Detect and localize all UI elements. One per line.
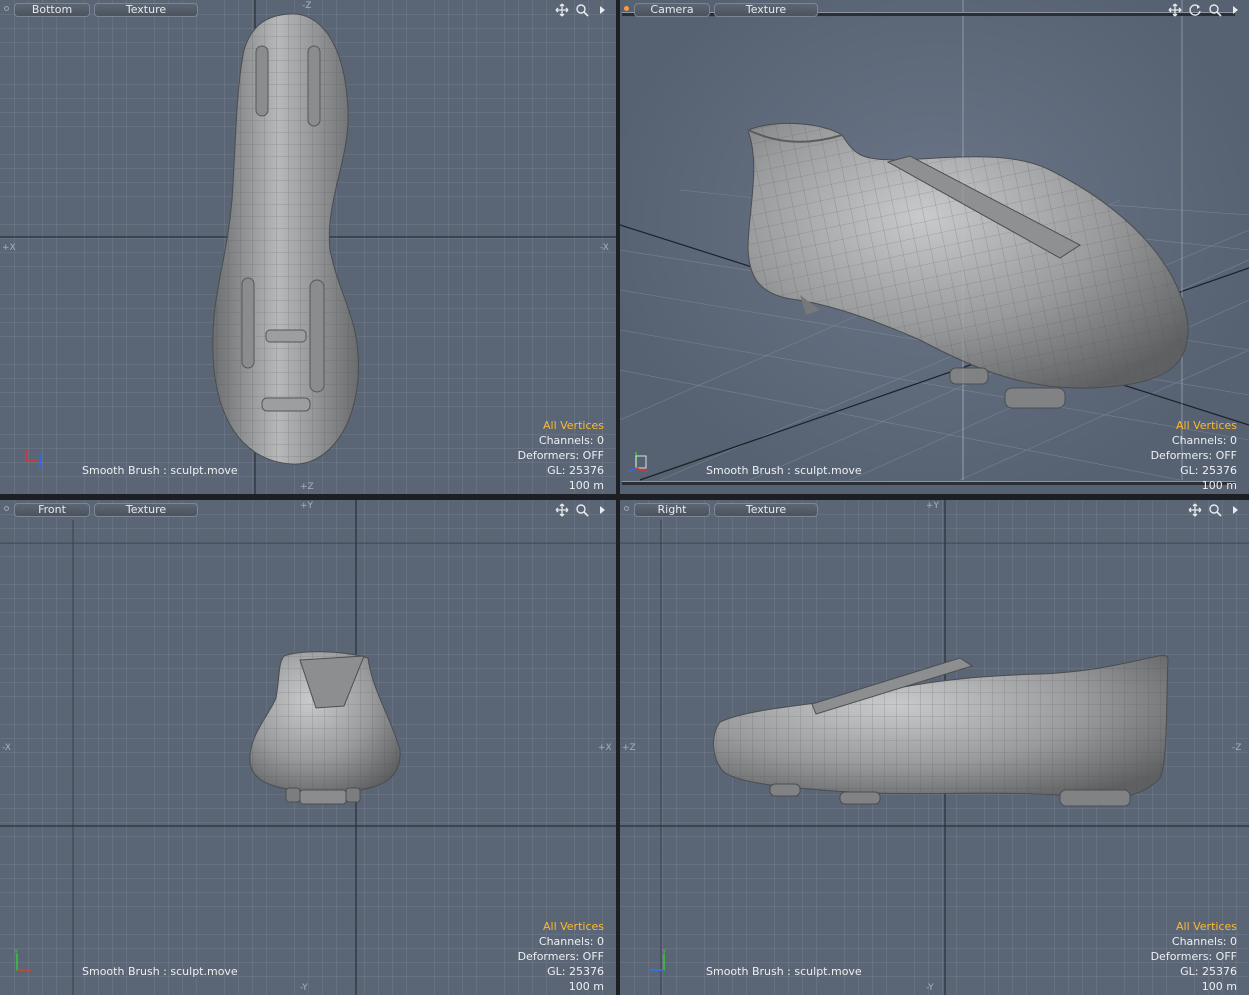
axis-gizmo-icon: Y [13,948,31,971]
move-view-icon[interactable] [554,502,570,518]
selection-mode: All Vertices [542,419,604,432]
svg-text:Y: Y [13,948,19,956]
deformers-status: Deformers: OFF [517,950,604,963]
selection-mode: All Vertices [1175,419,1237,432]
axis-label-left: -X [2,743,11,753]
viewport-header: Front Texture [0,500,616,520]
more-arrow-icon[interactable] [1227,502,1243,518]
viewport-info: All Vertices Channels: 0 Deformers: OFF … [1151,919,1237,994]
zoom-icon[interactable] [1207,502,1223,518]
svg-text:Y: Y [661,948,667,956]
viewport-info: All Vertices Channels: 0 Deformers: OFF … [518,919,604,994]
viewport-tools [1187,502,1243,518]
axis-label-right: -Z [1232,743,1242,753]
zoom-icon[interactable] [574,502,590,518]
shoe-front-model [249,651,401,805]
axis-label-right: -X [600,243,609,253]
axis-gizmo-icon: Y [650,948,667,971]
scale-value: 100 m [1201,980,1237,993]
deformers-status: Deformers: OFF [517,449,604,462]
viewport-tools [554,2,610,18]
viewport-menu-icon[interactable] [624,6,629,11]
viewport-menu-icon[interactable] [624,506,629,511]
move-view-icon[interactable] [1187,502,1203,518]
more-arrow-icon[interactable] [594,502,610,518]
shading-mode-button[interactable]: Texture [94,3,198,17]
more-arrow-icon[interactable] [594,2,610,18]
shoe-side-model [713,654,1169,807]
channels-count: Channels: 0 [538,434,604,447]
viewport-camera[interactable]: Camera Texture Smooth Brush : sculpt.mov… [620,0,1249,494]
scale-value: 100 m [568,980,604,993]
gl-count: GL: 25376 [1180,464,1237,477]
channels-count: Channels: 0 [1171,434,1237,447]
gl-count: GL: 25376 [1180,965,1237,978]
shading-mode-button[interactable]: Texture [714,503,818,517]
gl-count: GL: 25376 [547,965,604,978]
viewport-bottom[interactable]: Bottom Texture -Z +Z +X -X Smooth Brush … [0,0,616,494]
zoom-icon[interactable] [1207,2,1223,18]
view-type-button[interactable]: Bottom [14,3,90,17]
viewport-info: All Vertices Channels: 0 Deformers: OFF … [518,418,604,493]
viewport-info: All Vertices Channels: 0 Deformers: OFF … [1151,418,1237,493]
axis-label-left: +X [2,243,16,253]
axis-label-bottom: -Y [300,983,308,993]
more-arrow-icon[interactable] [1227,2,1243,18]
axis-label-bottom: -Y [926,983,934,993]
brush-status: Smooth Brush : sculpt.move [82,464,238,477]
viewport-tools [1167,2,1243,18]
viewport-front[interactable]: Front Texture +Y -Y -X +X Y Smooth Brush… [0,500,616,995]
deformers-status: Deformers: OFF [1150,449,1237,462]
axis-label-left: +Z [622,743,636,753]
channels-count: Channels: 0 [1171,935,1237,948]
camera-frame-bottom [622,481,1235,485]
axis-label-right: +X [598,743,612,753]
viewport-menu-icon[interactable] [4,506,9,511]
view-type-button[interactable]: Camera [634,3,710,17]
move-view-icon[interactable] [1167,2,1183,18]
rotate-view-icon[interactable] [1187,2,1203,18]
viewport-header: Camera Texture [620,0,1249,20]
shading-mode-button[interactable]: Texture [714,3,818,17]
axis-gizmo-icon [25,450,42,469]
brush-status: Smooth Brush : sculpt.move [706,464,862,477]
viewport-right[interactable]: Right Texture +Y -Y +Z -Z Y Smooth Brush… [620,500,1249,995]
selection-mode: All Vertices [542,920,604,933]
scale-value: 100 m [568,479,604,492]
viewport-header: Right Texture [620,500,1249,520]
viewport-header: Bottom Texture [0,0,616,20]
shading-mode-button[interactable]: Texture [94,503,198,517]
move-view-icon[interactable] [554,2,570,18]
axis-label-bottom: +Z [300,482,314,492]
viewport-tools [554,502,610,518]
view-type-button[interactable]: Front [14,503,90,517]
brush-status: Smooth Brush : sculpt.move [706,965,862,978]
channels-count: Channels: 0 [538,935,604,948]
selection-mode: All Vertices [1175,920,1237,933]
gl-count: GL: 25376 [547,464,604,477]
axis-gizmo-icon [627,452,649,472]
deformers-status: Deformers: OFF [1150,950,1237,963]
zoom-icon[interactable] [574,2,590,18]
scale-value: 100 m [1201,479,1237,492]
shoe-sole-model [212,13,359,465]
viewport-menu-icon[interactable] [4,6,9,11]
brush-status: Smooth Brush : sculpt.move [82,965,238,978]
view-type-button[interactable]: Right [634,503,710,517]
